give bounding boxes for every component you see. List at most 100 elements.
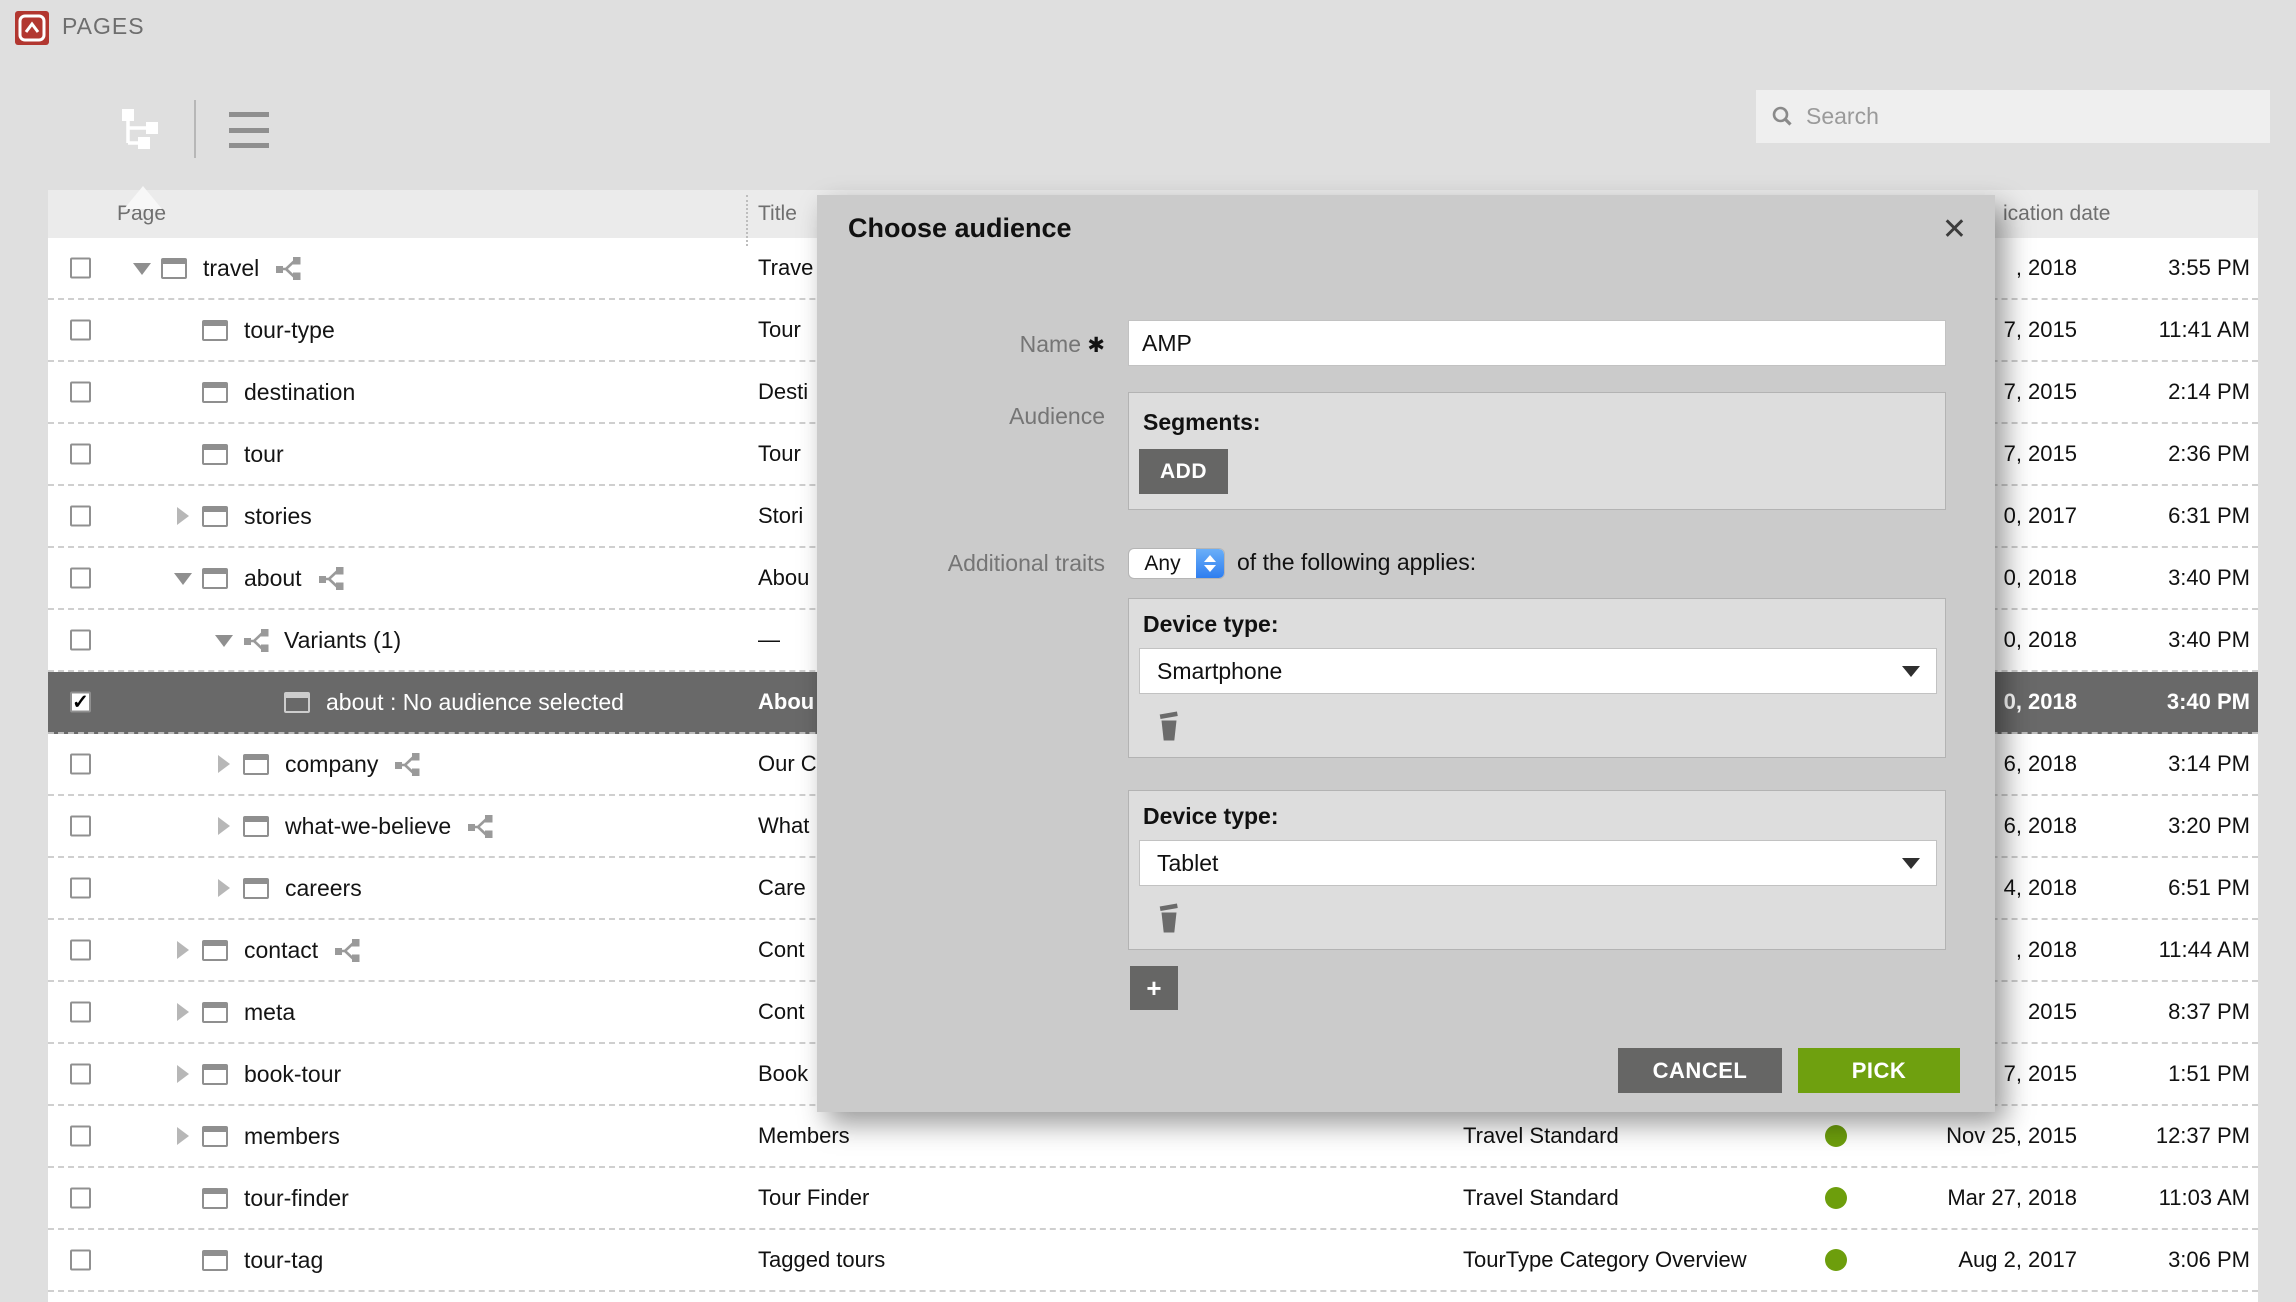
name-input[interactable] [1128, 320, 1946, 366]
audience-label: Audience [1009, 403, 1105, 429]
row-checkbox[interactable] [70, 877, 91, 899]
row-checkbox[interactable] [70, 815, 91, 837]
row-checkbox[interactable] [70, 1187, 91, 1209]
page-icon [202, 1187, 228, 1209]
title-cell: Tour [758, 317, 801, 342]
device-type-select[interactable]: Tablet [1139, 840, 1937, 886]
add-segment-button[interactable]: ADD [1139, 449, 1228, 494]
template-cell: Travel Standard [1463, 1185, 1619, 1210]
collapse-toggle-icon[interactable] [215, 628, 243, 652]
table-row[interactable]: tour-finder Tour Finder Travel Standard Mar… [48, 1168, 2258, 1230]
column-header-publication-date[interactable]: ication date [2003, 190, 2110, 238]
device-type-select[interactable]: Smartphone [1139, 648, 1937, 694]
tree-cell: tour [174, 424, 284, 484]
trash-icon [1159, 711, 1178, 741]
date-cell: 7, 2015 [2003, 1061, 2077, 1086]
expand-toggle-icon[interactable] [174, 938, 202, 962]
dialog-title: Choose audience [848, 213, 1072, 243]
title-cell: Stori [758, 503, 804, 528]
page-icon [243, 815, 269, 837]
toolbar-divider [194, 100, 196, 158]
row-checkbox[interactable] [70, 319, 91, 341]
collapse-toggle-icon[interactable] [133, 256, 161, 280]
date-cell: , 2018 [2015, 937, 2077, 962]
name-label: Name ✱ [1019, 331, 1105, 357]
tree-cell: careers [215, 858, 362, 918]
device-type-value: Smartphone [1157, 657, 1283, 684]
date-cell: , 2018 [2015, 255, 2077, 280]
row-checkbox[interactable] [70, 629, 91, 651]
tree-cell: tour-tag [174, 1230, 323, 1290]
row-checkbox[interactable] [70, 505, 91, 527]
add-condition-button[interactable]: + [1130, 966, 1178, 1010]
row-checkbox[interactable] [70, 753, 91, 775]
search-box[interactable] [1756, 90, 2270, 143]
row-checkbox[interactable] [70, 443, 91, 465]
condition-label: Device type: [1143, 803, 1279, 829]
trash-icon [1159, 903, 1178, 933]
chevron-down-icon [1902, 857, 1920, 869]
title-cell: Abou [758, 565, 810, 590]
match-type-select[interactable]: Any [1128, 548, 1225, 579]
row-checkbox[interactable] [70, 257, 91, 279]
tree-cell: what-we-believe [215, 796, 494, 856]
tree-cell: destination [174, 362, 355, 422]
time-cell: 3:40 PM [2166, 689, 2250, 714]
row-checkbox[interactable] [70, 1001, 91, 1023]
close-icon[interactable]: ✕ [1942, 215, 1967, 245]
row-checkbox[interactable] [70, 1125, 91, 1147]
title-cell: Members [758, 1123, 850, 1148]
share-icon [394, 751, 421, 778]
tree-cell: travel [133, 238, 302, 298]
page-icon [202, 1001, 228, 1023]
delete-condition-button[interactable] [1157, 903, 1181, 939]
page-icon [243, 877, 269, 899]
status-dot [1825, 1249, 1847, 1271]
cancel-button[interactable]: CANCEL [1618, 1048, 1782, 1093]
row-checkbox[interactable] [70, 1249, 91, 1271]
page-name: meta [244, 998, 296, 1025]
page-name: tour-finder [244, 1184, 349, 1211]
expand-toggle-icon[interactable] [174, 504, 202, 528]
date-cell: 7, 2015 [2003, 317, 2077, 342]
expand-toggle-icon[interactable] [215, 814, 243, 838]
page-name: Variants (1) [284, 626, 402, 653]
stepper-icon [1196, 549, 1224, 578]
date-cell: 7, 2015 [2003, 379, 2077, 404]
column-header-title[interactable]: Title [758, 190, 797, 238]
title-cell: Abou [758, 689, 815, 714]
table-row[interactable]: members Members Travel Standard Nov 25, 201… [48, 1106, 2258, 1168]
row-checkbox[interactable] [70, 567, 91, 589]
page-name: about : No audience selected [326, 688, 624, 715]
share-icon [334, 937, 361, 964]
tree-cell: company [215, 734, 421, 794]
title-cell: Care [758, 875, 806, 900]
condition-box: Device type: Tablet [1128, 790, 1946, 950]
search-input[interactable] [1804, 102, 2270, 131]
title-cell: Tour Finder [758, 1185, 870, 1210]
row-checkbox[interactable] [70, 1063, 91, 1085]
collapse-toggle-icon[interactable] [174, 566, 202, 590]
row-checkbox[interactable]: ✓ [70, 691, 91, 713]
pick-button[interactable]: PICK [1798, 1048, 1960, 1093]
row-checkbox[interactable] [70, 939, 91, 961]
delete-condition-button[interactable] [1157, 711, 1181, 747]
expand-toggle-icon[interactable] [174, 1000, 202, 1024]
tree-cell: meta [174, 982, 295, 1042]
tree-cell: contact [174, 920, 361, 980]
expand-toggle-icon[interactable] [215, 752, 243, 776]
list-view-toggle[interactable] [229, 112, 269, 148]
table-row[interactable]: tour-tag Tagged tours TourType Category Ov… [48, 1230, 2258, 1292]
device-type-value: Tablet [1157, 849, 1219, 876]
expand-toggle-icon[interactable] [174, 1062, 202, 1086]
page-name: tour [244, 440, 284, 467]
status-dot [1825, 1187, 1847, 1209]
expand-toggle-icon[interactable] [215, 876, 243, 900]
tree-view-toggle[interactable] [118, 106, 166, 152]
hamburger-icon [229, 112, 269, 117]
row-checkbox[interactable] [70, 381, 91, 403]
expand-toggle-icon[interactable] [174, 1124, 202, 1148]
variants-icon [243, 627, 270, 654]
page-name: members [244, 1122, 340, 1149]
